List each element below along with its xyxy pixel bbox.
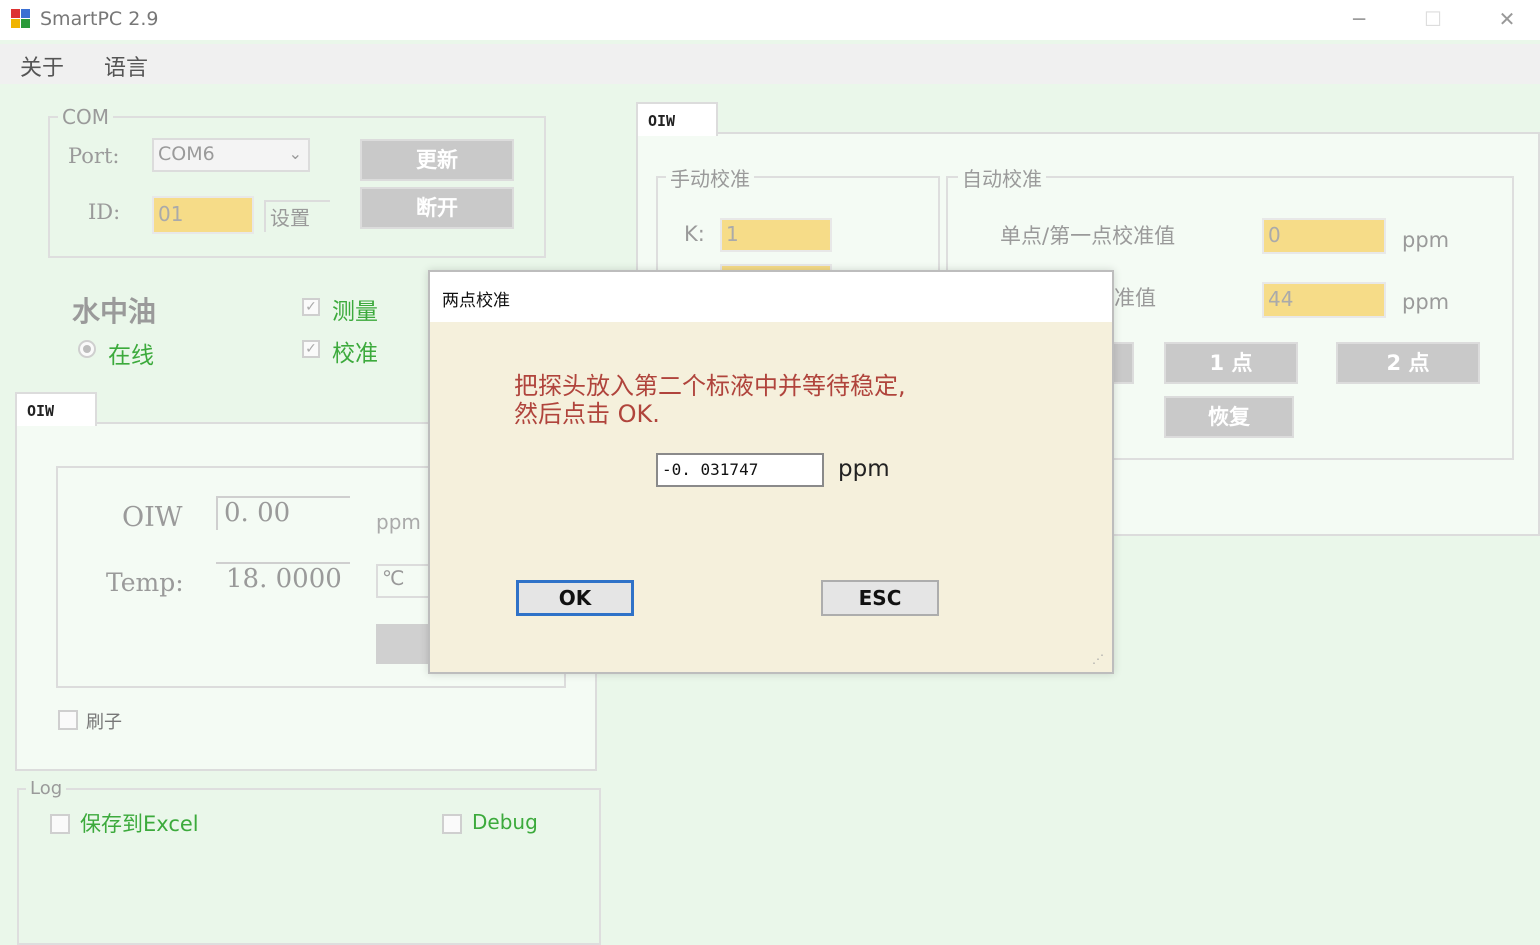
oiw-value: 0. 00 bbox=[216, 496, 350, 530]
two-point-calibration-dialog: 两点校准 把探头放入第二个标液中并等待稳定, 然后点击 OK. -0. 0317… bbox=[428, 270, 1114, 674]
chevron-down-icon: ⌄ bbox=[288, 144, 302, 163]
oiw-label: OIW bbox=[122, 502, 183, 533]
title-bar bbox=[0, 0, 1540, 40]
point2-label: 准值 bbox=[1114, 286, 1156, 310]
calibration-value-input[interactable]: -0. 031747 bbox=[656, 453, 824, 487]
manual-legend: 手动校准 bbox=[666, 163, 754, 192]
disconnect-button[interactable]: 断开 bbox=[360, 187, 514, 229]
debug-label: Debug bbox=[472, 810, 538, 834]
update-button[interactable]: 更新 bbox=[360, 139, 514, 181]
menu-bar bbox=[0, 44, 1540, 84]
esc-button[interactable]: ESC bbox=[821, 580, 939, 616]
one-point-button[interactable]: 1 点 bbox=[1164, 342, 1298, 384]
id-field[interactable]: 01 bbox=[152, 196, 254, 234]
tab-oiw-right[interactable]: OIW bbox=[636, 102, 718, 136]
menu-language[interactable]: 语言 bbox=[104, 50, 148, 82]
calibrate-checkbox[interactable]: ✓ bbox=[302, 340, 320, 358]
app-icon bbox=[10, 8, 32, 30]
point2-unit: ppm bbox=[1402, 290, 1450, 314]
save-excel-label: 保存到Excel bbox=[80, 812, 199, 836]
brush-checkbox[interactable] bbox=[58, 710, 78, 730]
radio-dot-icon bbox=[83, 345, 91, 353]
port-select-value: COM6 bbox=[158, 143, 215, 165]
ok-button[interactable]: OK bbox=[516, 580, 634, 616]
dialog-message: 把探头放入第二个标液中并等待稳定, 然后点击 OK. bbox=[514, 372, 1034, 428]
maximize-icon[interactable]: ☐ bbox=[1410, 4, 1456, 34]
dialog-unit: ppm bbox=[838, 456, 890, 482]
point1-label: 单点/第一点校准值 bbox=[1000, 224, 1176, 248]
debug-checkbox[interactable] bbox=[442, 814, 462, 834]
oiw-unit: ppm bbox=[376, 510, 421, 534]
auto-legend: 自动校准 bbox=[958, 163, 1046, 192]
tab-oiw-left[interactable]: OIW bbox=[15, 392, 97, 426]
k-label: K: bbox=[684, 222, 705, 246]
window-title: SmartPC 2.9 bbox=[40, 8, 159, 30]
restore-button[interactable]: 恢复 bbox=[1164, 396, 1294, 438]
menu-about[interactable]: 关于 bbox=[20, 50, 64, 82]
left-panel-button[interactable] bbox=[376, 624, 430, 664]
auto-hidden-button[interactable] bbox=[1112, 342, 1134, 384]
mode-title: 水中油 bbox=[72, 295, 157, 328]
k-field[interactable]: 1 bbox=[720, 218, 832, 252]
save-excel-checkbox[interactable] bbox=[50, 814, 70, 834]
point1-unit: ppm bbox=[1402, 228, 1450, 252]
dialog-title: 两点校准 bbox=[442, 291, 510, 311]
log-legend: Log bbox=[26, 778, 67, 799]
online-radio[interactable] bbox=[78, 340, 96, 358]
dialog-message-line1: 把探头放入第二个标液中并等待稳定, bbox=[514, 372, 906, 400]
port-label: Port: bbox=[68, 144, 120, 168]
online-label: 在线 bbox=[108, 343, 154, 369]
measure-checkbox[interactable]: ✓ bbox=[302, 298, 320, 316]
close-icon[interactable]: ✕ bbox=[1484, 4, 1530, 34]
point1-field[interactable]: 0 bbox=[1262, 218, 1386, 254]
temp-unit: ℃ bbox=[376, 564, 430, 598]
temp-value: 18. 0000 bbox=[216, 562, 350, 598]
brush-label: 刷子 bbox=[86, 712, 122, 733]
com-legend: COM bbox=[58, 105, 113, 129]
dialog-message-line2: 然后点击 OK. bbox=[514, 400, 660, 428]
dialog-title-bar bbox=[430, 272, 1112, 322]
port-select[interactable]: COM6 ⌄ bbox=[152, 138, 310, 172]
two-point-button[interactable]: 2 点 bbox=[1336, 342, 1480, 384]
temp-label: Temp: bbox=[106, 568, 184, 597]
measure-label: 测量 bbox=[332, 299, 378, 325]
calibrate-label: 校准 bbox=[332, 341, 378, 367]
id-label: ID: bbox=[88, 200, 121, 224]
resize-grip-icon[interactable]: ⋰ bbox=[1092, 652, 1104, 666]
point2-field[interactable]: 44 bbox=[1262, 282, 1386, 318]
set-id-button[interactable]: 设置 bbox=[264, 200, 330, 232]
minimize-icon[interactable]: ─ bbox=[1336, 4, 1382, 34]
